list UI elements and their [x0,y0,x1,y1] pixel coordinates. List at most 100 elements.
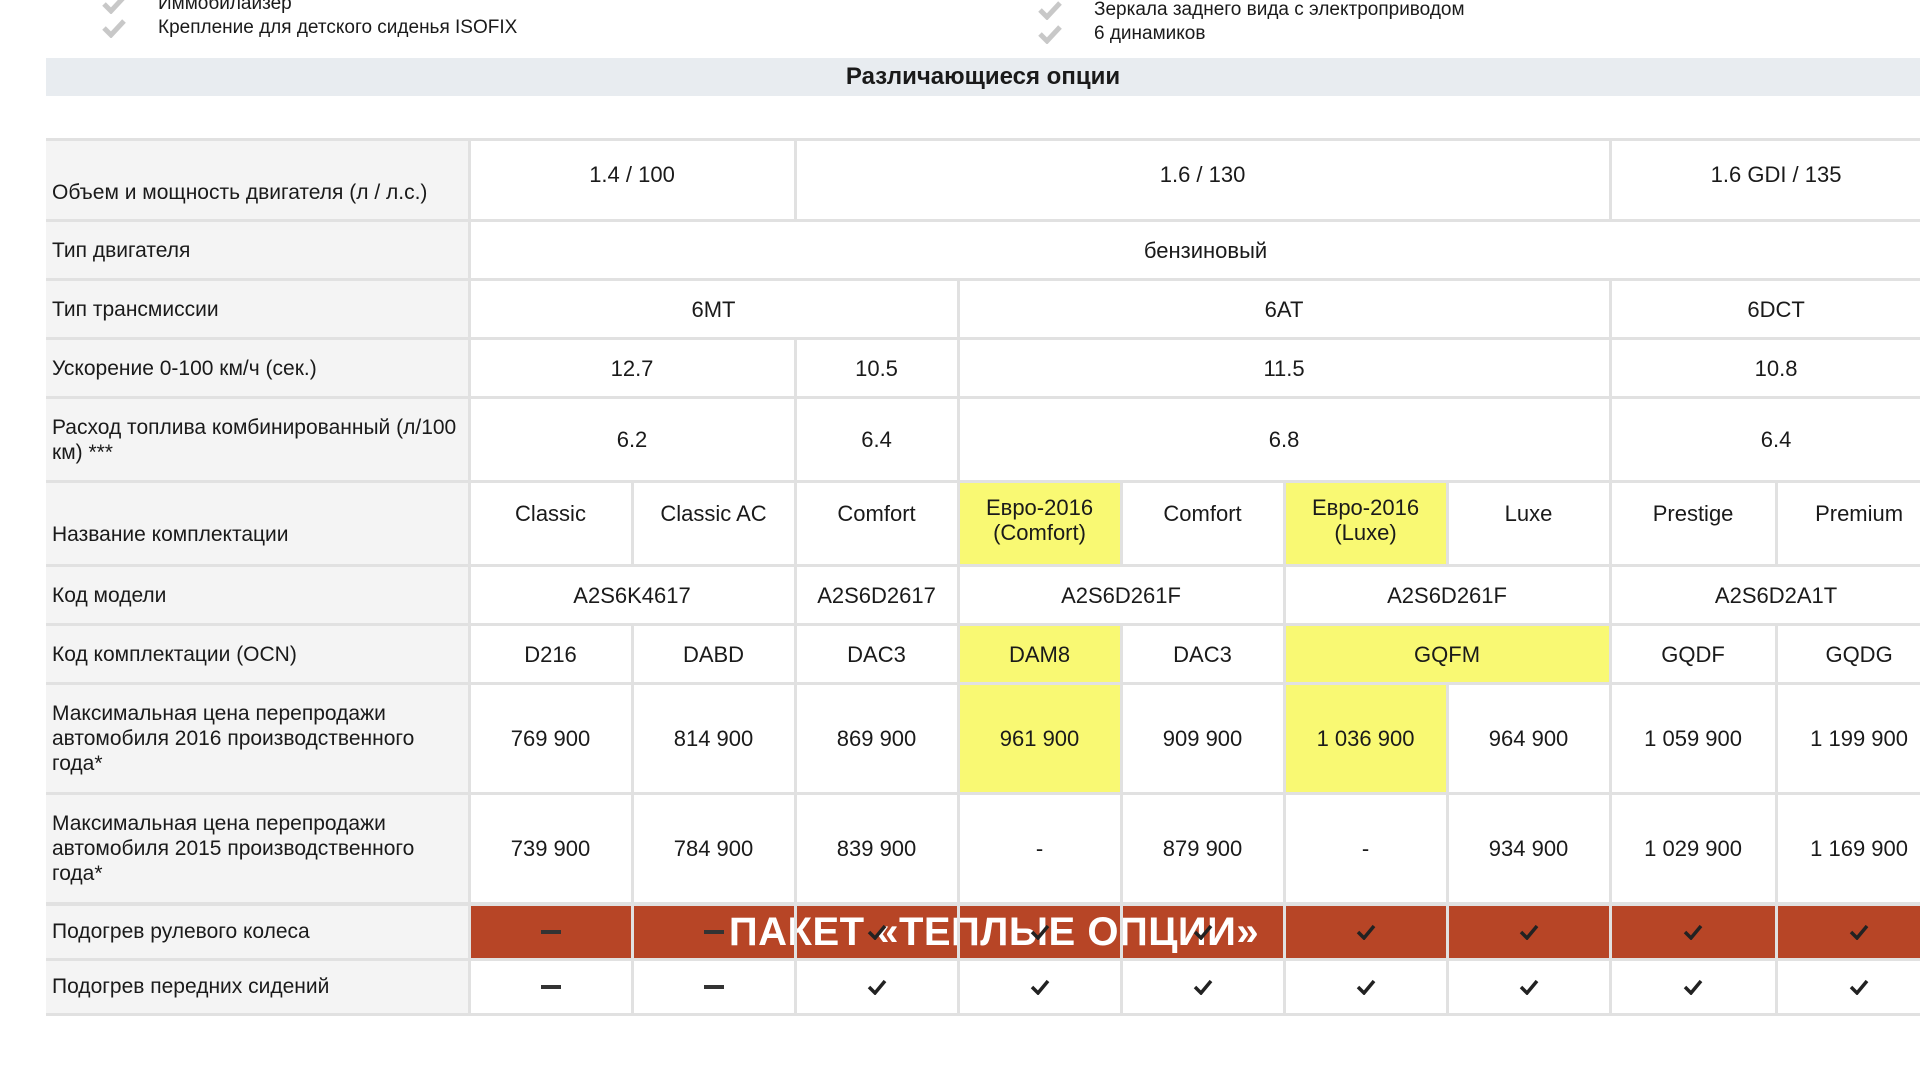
trim-label: Название комплектации [46,480,471,567]
acceleration-row: Ускорение 0-100 км/ч (сек.) 12.7 10.5 11… [46,337,1920,399]
engine-value: 1.6 / 130 [793,138,1612,222]
trim-name: Classic AC [630,480,797,567]
ocn-code: DAC3 [793,623,960,685]
fuel-value: 6.4 [793,396,960,483]
transmission-label: Тип трансмиссии [46,278,471,340]
trim-name: Comfort [793,480,960,567]
warm-option-row: Подогрев передних сидений [46,958,1920,1016]
warm-option-cell [1774,958,1920,1016]
engine-value: 1.4 / 100 [467,138,797,222]
warm-option-row: Подогрев рулевого колеса [46,903,1920,961]
warm-option-cell [793,958,960,1016]
warm-option-cell [630,903,797,961]
price-2016-row: Максимальная цена перепродажи автомобиля… [46,682,1920,795]
price-2015: - [1282,792,1449,905]
warm-option-cell [1119,903,1286,961]
standard-features-list: Иммобилайзер Крепление для детского сиде… [0,0,1920,58]
dash-icon [540,930,561,935]
model-code-label: Код модели [46,564,471,626]
check-icon [1519,980,1538,996]
price-2016-highlighted: 1 036 900 [1282,682,1449,795]
check-icon [1356,925,1375,941]
feature-label: Зеркала заднего вида с электроприводом [1094,0,1465,20]
fuel-label: Расход топлива комбинированный (л/100 км… [46,396,471,483]
ocn-code: D216 [467,623,634,685]
trim-name: Premium [1774,480,1920,567]
warm-option-cell [1445,958,1612,1016]
acceleration-value: 11.5 [956,337,1612,399]
check-icon [1030,980,1049,996]
ocn-code: GQDG [1774,623,1920,685]
trim-row: Название комплектации Classic Classic AC… [46,480,1920,567]
acceleration-value: 10.8 [1608,337,1920,399]
warm-option-cell [956,958,1123,1016]
check-icon [867,925,886,941]
ocn-code-highlighted: DAM8 [956,623,1123,685]
warm-option-cell [956,903,1123,961]
ocn-code: DABD [630,623,797,685]
price-2016: 869 900 [793,682,960,795]
dash-icon [703,930,724,935]
warm-option-label: Подогрев передних сидений [46,958,471,1016]
feature-item: Крепление для детского сиденья ISOFIX [102,16,518,40]
warm-option-cell [1608,903,1778,961]
fuel-value: 6.8 [956,396,1612,483]
model-code-row: Код модели A2S6K4617 A2S6D2617 A2S6D261F… [46,564,1920,626]
price-2016-highlighted: 961 900 [956,682,1123,795]
check-icon [1849,980,1869,996]
check-icon [102,19,126,38]
warm-option-cell [1608,958,1778,1016]
check-icon [102,0,125,14]
price-2015: 1 169 900 [1774,792,1920,905]
ocn-code: GQDF [1608,623,1778,685]
engine-type-label: Тип двигателя [46,219,471,281]
engine-type-value: бензиновый [467,219,1920,281]
price-2016: 1 059 900 [1608,682,1778,795]
check-icon [1038,1,1062,20]
check-icon [1193,925,1212,941]
warm-option-cell [1282,958,1449,1016]
model-code: A2S6D2A1T [1608,564,1920,626]
warm-option-cell [630,958,797,1016]
price-2016: 1 199 900 [1774,682,1920,795]
feature-label: Крепление для детского сиденья ISOFIX [158,17,518,38]
price-2015: - [956,792,1123,905]
dash-icon [540,985,561,990]
section-title: Различающиеся опции [46,58,1920,96]
check-icon [1849,925,1869,941]
engine-type-row: Тип двигателя бензиновый [46,219,1920,281]
trim-name: Luxe [1445,480,1612,567]
price-2016: 964 900 [1445,682,1612,795]
model-code: A2S6K4617 [467,564,797,626]
transmission-value: 6DCT [1608,278,1920,340]
fuel-row: Расход топлива комбинированный (л/100 км… [46,396,1920,483]
transmission-value: 6AT [956,278,1612,340]
trim-name-highlighted: Евро-2016 (Luxe) [1282,480,1449,567]
check-icon [1030,925,1049,941]
model-code: A2S6D261F [956,564,1286,626]
fuel-value: 6.2 [467,396,797,483]
warm-option-cell [1119,958,1286,1016]
trim-name: Prestige [1608,480,1778,567]
ocn-label: Код комплектации (OCN) [46,623,471,685]
acceleration-value: 10.5 [793,337,960,399]
trim-name-highlighted: Евро-2016 (Comfort) [956,480,1123,567]
feature-item: Иммобилайзер [102,0,292,16]
check-icon [1519,925,1538,941]
ocn-code-highlighted: GQFM [1282,623,1612,685]
warm-options-table: Подогрев рулевого колеса Подогрев передни… [46,903,1920,1016]
price-2015-row: Максимальная цена перепродажи автомобиля… [46,792,1920,905]
check-icon [867,980,886,996]
trim-name: Comfort [1119,480,1286,567]
warm-option-cell [1282,903,1449,961]
fuel-value: 6.4 [1608,396,1920,483]
feature-item: Зеркала заднего вида с электроприводом [1038,0,1465,22]
transmission-value: 6MT [467,278,960,340]
check-icon [1683,925,1703,941]
warm-option-cell [467,903,634,961]
price-2015: 879 900 [1119,792,1286,905]
engine-label: Объем и мощность двигателя (л / л.с.) [46,138,471,222]
price-2016: 814 900 [630,682,797,795]
spec-table: Объем и мощность двигателя (л / л.с.) 1.… [46,138,1920,959]
acceleration-label: Ускорение 0-100 км/ч (сек.) [46,337,471,399]
